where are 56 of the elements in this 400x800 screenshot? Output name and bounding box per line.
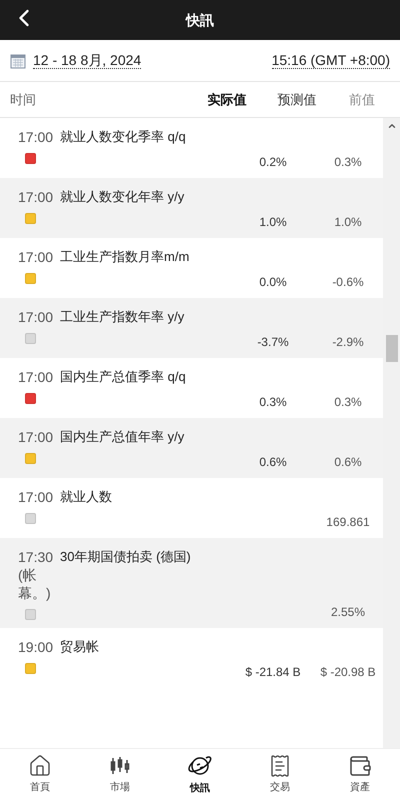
forecast-value: $ -21.84 B bbox=[244, 664, 302, 680]
event-time: 17:00 bbox=[18, 428, 54, 446]
date-range-link[interactable]: 12 - 18 8月, 2024 bbox=[33, 52, 142, 69]
nav-tab[interactable]: 交易 bbox=[240, 754, 320, 795]
event-row[interactable]: 17:00 国内生产总值年率 y/y 0.6% 0.6% bbox=[0, 418, 383, 478]
column-header: 时间 bbox=[9, 90, 36, 109]
forecast-value: 1.0% bbox=[258, 214, 288, 230]
house-icon bbox=[28, 754, 52, 778]
event-row[interactable]: 17:00 就业人数变化年率 y/y 1.0% 1.0% bbox=[0, 178, 383, 238]
event-name: 贸易帐 bbox=[60, 638, 100, 656]
event-name: 就业人数变化季率 q/q bbox=[60, 128, 187, 146]
scrollbar[interactable] bbox=[383, 118, 400, 748]
nav-tab[interactable]: 資產 bbox=[320, 754, 400, 795]
event-time: 17:00 bbox=[18, 488, 54, 506]
event-name: 30年期国债拍卖 (德国) bbox=[60, 548, 192, 566]
forecast-value: -3.7% bbox=[256, 334, 290, 350]
column-header: 实际值 bbox=[206, 90, 248, 109]
column-header: 预测值 bbox=[276, 90, 318, 109]
event-time: 19:00 bbox=[18, 638, 54, 656]
calendar-icon bbox=[10, 52, 26, 68]
event-name: 工业生产指数年率 y/y bbox=[60, 308, 186, 326]
column-header: 前值 bbox=[348, 90, 376, 109]
scroll-up-icon bbox=[386, 121, 396, 131]
previous-value: $ -20.98 B bbox=[319, 664, 377, 680]
event-time: 17:00 bbox=[18, 368, 54, 386]
previous-value: 169.861 bbox=[325, 514, 371, 530]
event-row[interactable]: 17:00 工业生产指数年率 y/y -3.7% -2.9% bbox=[0, 298, 383, 358]
event-time: 17:30 (帐幕。) bbox=[18, 548, 54, 602]
nav-tab[interactable]: 首頁 bbox=[0, 754, 80, 795]
event-time: 17:00 bbox=[18, 128, 54, 146]
forecast-value: 0.3% bbox=[258, 394, 288, 410]
event-name: 工业生产指数月率m/m bbox=[60, 248, 190, 266]
forecast-value: 0.6% bbox=[258, 454, 288, 470]
event-name: 就业人数变化年率 y/y bbox=[60, 188, 186, 206]
forecast-value: 0.2% bbox=[258, 154, 288, 170]
previous-value: 0.3% bbox=[333, 154, 363, 170]
event-row[interactable]: 17:30 (帐幕。) 30年期国债拍卖 (德国) 2.55% bbox=[0, 538, 383, 628]
previous-value: 0.3% bbox=[333, 394, 363, 410]
forecast-value: 0.0% bbox=[258, 274, 288, 290]
nav-tab[interactable]: 市場 bbox=[80, 754, 160, 795]
wallet-icon bbox=[348, 754, 372, 778]
page-title: 快訊 bbox=[186, 10, 214, 30]
previous-value: 0.6% bbox=[333, 454, 363, 470]
nav-tab[interactable]: 快訊 bbox=[160, 753, 240, 796]
previous-value: 1.0% bbox=[333, 214, 363, 230]
event-time: 17:00 bbox=[18, 188, 54, 206]
event-time: 17:00 bbox=[18, 248, 54, 266]
previous-value: -2.9% bbox=[331, 334, 365, 350]
event-name: 国内生产总值年率 y/y bbox=[60, 428, 186, 446]
timezone-link[interactable]: 15:16 (GMT +8:00) bbox=[272, 52, 390, 69]
scroll-thumb[interactable] bbox=[386, 335, 398, 362]
event-name: 国内生产总值季率 q/q bbox=[60, 368, 187, 386]
event-time: 17:00 bbox=[18, 308, 54, 326]
event-name: 就业人数 bbox=[60, 488, 113, 506]
previous-value: 2.55% bbox=[330, 604, 366, 620]
previous-value: -0.6% bbox=[331, 274, 365, 290]
